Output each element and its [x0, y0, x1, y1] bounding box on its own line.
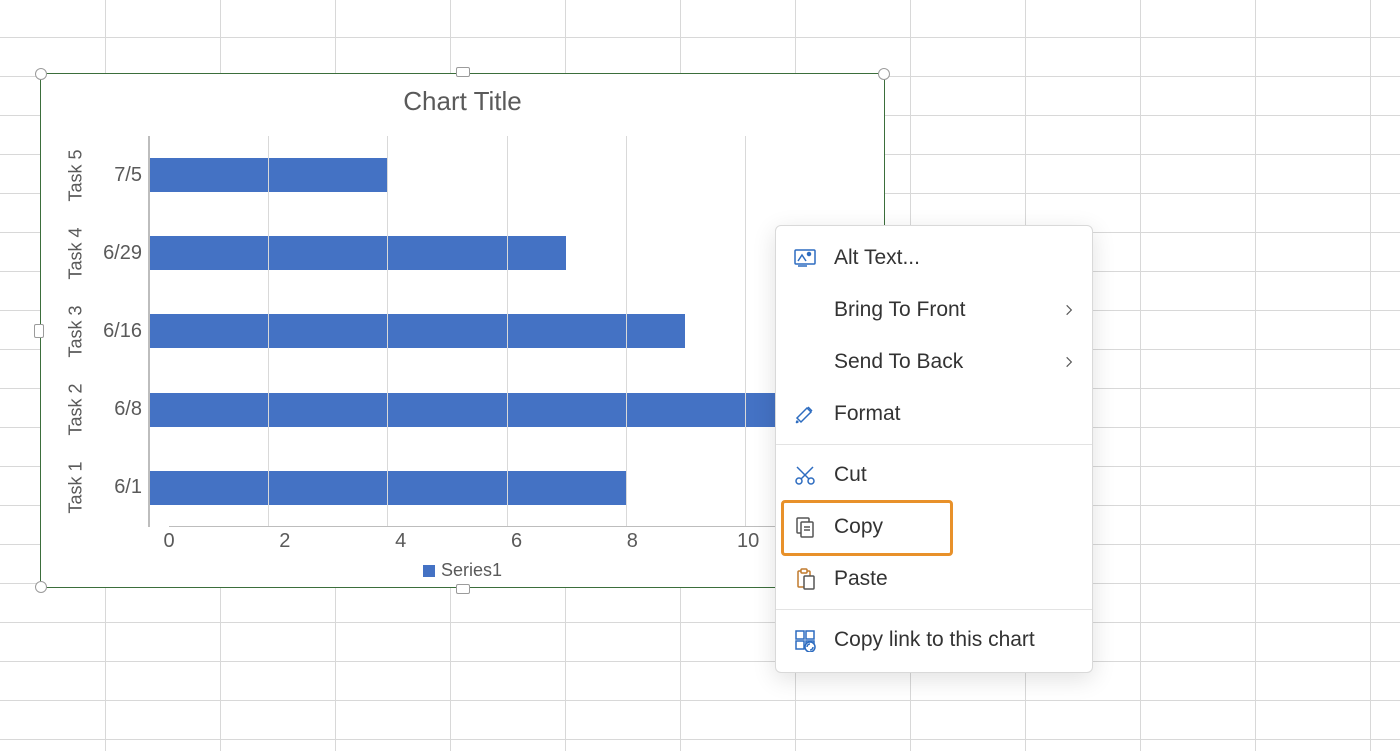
legend-label: Series1: [441, 560, 502, 580]
menu-item-label: Paste: [834, 567, 1076, 591]
chart-title[interactable]: Chart Title: [41, 74, 884, 117]
y-category-label: Task 2: [66, 384, 87, 436]
menu-item-cut[interactable]: Cut: [776, 449, 1092, 501]
y-category-label: Task 4: [66, 227, 87, 279]
gridline: [626, 136, 627, 527]
resize-handle-left[interactable]: [34, 324, 44, 338]
chart-context-menu[interactable]: Alt Text... Bring To Front Send To Back For…: [775, 225, 1093, 673]
y-category-label: Task 5: [66, 149, 87, 201]
gridline: [745, 136, 746, 527]
y-axis-categories: Task 1 Task 2 Task 3 Task 4 Task 5: [61, 136, 91, 527]
y-category-label: Task 1: [66, 462, 87, 514]
x-tick-label: 6: [511, 530, 522, 553]
chevron-right-icon: [1062, 355, 1076, 369]
y-axis-inner-labels: 6/1 6/8 6/16 6/29 7/5: [91, 136, 149, 527]
menu-item-format[interactable]: Format: [776, 388, 1092, 440]
chevron-right-icon: [1062, 303, 1076, 317]
menu-divider: [776, 444, 1092, 445]
x-tick-label: 10: [737, 530, 759, 553]
gridline: [507, 136, 508, 527]
plot-area[interactable]: Task 1Task 2Task 3Task 4Task 5 6/16/86/1…: [61, 136, 864, 527]
cut-icon: [792, 462, 818, 488]
data-bar[interactable]: [149, 314, 685, 348]
gridline: [268, 136, 269, 527]
copy-icon: [792, 514, 818, 540]
resize-handle-bottom[interactable]: [456, 584, 470, 594]
y-inner-label: 7/5: [114, 164, 142, 187]
copy-link-icon: [792, 627, 818, 653]
y-inner-label: 6/29: [103, 242, 142, 265]
x-tick-label: 2: [279, 530, 290, 553]
menu-item-copy-link[interactable]: Copy link to this chart: [776, 614, 1092, 666]
blank-icon: [792, 349, 818, 375]
x-tick-label: 4: [395, 530, 406, 553]
resize-handle-tl[interactable]: [35, 68, 47, 80]
menu-item-label: Cut: [834, 463, 1076, 487]
x-tick-label: 8: [627, 530, 638, 553]
x-tick-label: 0: [163, 530, 174, 553]
menu-item-paste[interactable]: Paste: [776, 553, 1092, 605]
menu-item-label: Alt Text...: [834, 246, 1076, 270]
menu-item-label: Format: [834, 402, 1076, 426]
resize-handle-top[interactable]: [456, 67, 470, 77]
menu-item-label: Copy: [834, 515, 1076, 539]
resize-handle-tr[interactable]: [878, 68, 890, 80]
menu-item-copy[interactable]: Copy: [776, 501, 1092, 553]
y-category-label: Task 3: [66, 305, 87, 357]
legend-swatch: [423, 565, 435, 577]
menu-item-alt-text[interactable]: Alt Text...: [776, 232, 1092, 284]
y-inner-label: 6/16: [103, 320, 142, 343]
menu-item-bring-front[interactable]: Bring To Front: [776, 284, 1092, 336]
gridline: [387, 136, 388, 527]
alt-text-icon: [792, 245, 818, 271]
plot-region[interactable]: [149, 136, 864, 527]
y-inner-label: 6/8: [114, 398, 142, 421]
blank-icon: [792, 297, 818, 323]
format-icon: [792, 401, 818, 427]
menu-item-send-back[interactable]: Send To Back: [776, 336, 1092, 388]
gridline: [149, 136, 150, 527]
data-bar[interactable]: [149, 236, 566, 270]
menu-item-label: Copy link to this chart: [834, 628, 1076, 652]
menu-divider: [776, 609, 1092, 610]
menu-item-label: Bring To Front: [834, 298, 1046, 322]
resize-handle-bl[interactable]: [35, 581, 47, 593]
chart-object[interactable]: Chart Title Task 1Task 2Task 3Task 4Task…: [40, 73, 885, 588]
y-inner-label: 6/1: [114, 476, 142, 499]
chart-legend[interactable]: Series1: [41, 560, 884, 581]
x-axis: 0246810: [169, 526, 864, 552]
data-bar[interactable]: [149, 393, 775, 427]
paste-icon: [792, 566, 818, 592]
menu-item-label: Send To Back: [834, 350, 1046, 374]
